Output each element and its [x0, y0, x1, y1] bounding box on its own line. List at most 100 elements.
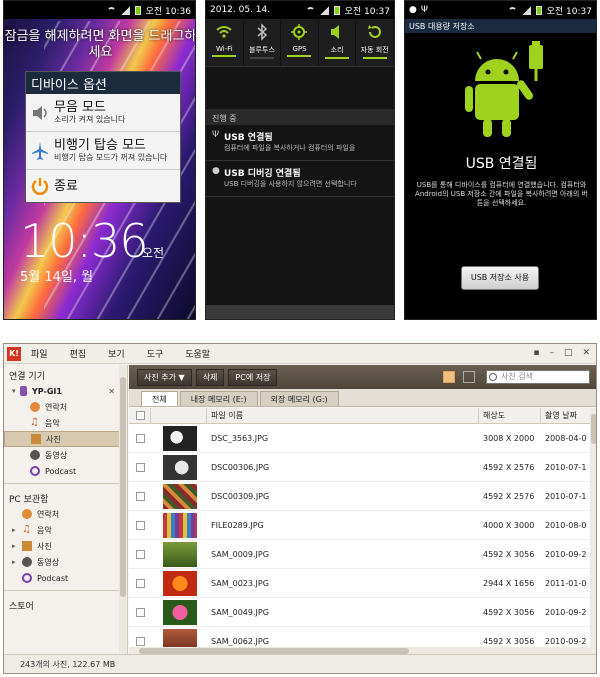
photo-thumbnail	[163, 454, 197, 480]
toggle-auto-rotate[interactable]: 자동 회전	[356, 19, 394, 66]
thumb-cell	[151, 454, 207, 480]
notif-title: USB 연결됨	[224, 133, 273, 143]
resolution-cell: 4592 X 3056	[483, 636, 535, 646]
sidebar-item-podcast[interactable]: Podcast	[4, 463, 127, 479]
table-row[interactable]: DSC00309.JPG 4592 X 2576 2010-07-1	[129, 482, 590, 511]
save-to-pc-button[interactable]: PC에 저장	[228, 368, 278, 386]
col-filename[interactable]: 파일 이름	[207, 408, 479, 424]
table-row[interactable]: SAM_0009.JPG 4592 X 3056 2010-09-2	[129, 540, 590, 569]
row-checkbox[interactable]	[136, 462, 145, 472]
toggle-bluetooth[interactable]: 블루투스	[244, 19, 282, 66]
store-header[interactable]: 스토어	[4, 595, 127, 613]
minimize-icon[interactable]: –	[549, 348, 554, 358]
date-cell: 2011-01-0	[545, 578, 587, 588]
collapse-arrow-icon[interactable]: ▾	[12, 387, 16, 395]
toggle-gps[interactable]: GPS	[281, 19, 319, 66]
use-usb-storage-button[interactable]: USB 저장소 사용	[461, 266, 539, 290]
add-photo-button[interactable]: 사진 추가 ▼	[137, 368, 192, 386]
row-checkbox[interactable]	[136, 549, 145, 559]
col-resolution[interactable]: 해상도	[479, 408, 541, 424]
search-icon	[489, 373, 497, 381]
usb-icon: Ψ	[212, 130, 220, 140]
select-all-checkbox[interactable]	[136, 410, 145, 420]
photo-search-input[interactable]: 사진 검색	[486, 370, 590, 384]
menu-edit[interactable]: 편집	[70, 347, 87, 360]
close-icon[interactable]: ✕	[582, 348, 590, 358]
podcast-icon	[30, 466, 40, 476]
wifi-icon	[216, 26, 232, 38]
expand-arrow-icon[interactable]: ▸	[12, 542, 16, 550]
row-check-cell	[129, 433, 151, 443]
toggle-label: 자동 회전	[360, 46, 389, 54]
grid-view-icon[interactable]	[463, 371, 475, 383]
option-sub: 비행기 탑승 모드가 꺼져 있습니다	[54, 153, 168, 162]
tab-external-memory[interactable]: 외장 메모리 (G:)	[259, 391, 339, 406]
pc-item-photos[interactable]: ▸ 사진	[4, 538, 127, 554]
delete-button[interactable]: 삭제	[195, 368, 225, 386]
sidebar-item-music[interactable]: ♫ 음악	[4, 415, 127, 431]
pc-item-podcast[interactable]: Podcast	[4, 570, 127, 586]
expand-arrow-icon[interactable]: ▸	[12, 558, 16, 566]
toggle-label: 블루투스	[249, 46, 275, 54]
menu-file[interactable]: 파일	[31, 347, 48, 360]
table-row[interactable]: SAM_0023.JPG 2944 X 1656 2011-01-0	[129, 569, 590, 598]
sidebar-item-label: 음악	[37, 525, 52, 535]
rotate-icon	[367, 25, 381, 38]
resolution-cell: 4592 X 2576	[483, 491, 535, 501]
date-cell: 2010-09-2	[545, 636, 587, 646]
expand-arrow-icon[interactable]: ▸	[12, 526, 16, 534]
lock-date: 5월 14일, 월	[20, 270, 94, 285]
date-cell: 2008-04-0	[545, 433, 587, 443]
tab-all[interactable]: 전체	[141, 391, 178, 406]
menu-tools[interactable]: 도구	[147, 347, 164, 360]
notif-sub: 컴퓨터에 파일을 복사하거나 컴퓨터의 파일을	[224, 144, 356, 152]
table-row[interactable]: SAM_0049.JPG 4592 X 3056 2010-09-2	[129, 598, 590, 627]
option-sub: 소리가 켜져 있습니다	[54, 115, 126, 124]
table-row[interactable]: DSC00306.JPG 4592 X 2576 2010-07-1	[129, 453, 590, 482]
panel-drag-handle[interactable]	[206, 305, 394, 319]
power-off-option[interactable]: 종료	[26, 170, 180, 202]
sidebar-item-photos[interactable]: 사진	[4, 431, 127, 447]
toggle-sound[interactable]: 소리	[319, 19, 357, 66]
silent-mode-option[interactable]: 무음 모드 소리가 켜져 있습니다	[26, 94, 180, 132]
pc-library-header: PC 보관함	[9, 495, 49, 505]
row-checkbox[interactable]	[136, 578, 145, 588]
podcast-icon	[22, 573, 32, 583]
toggle-label: 소리	[330, 46, 344, 54]
date-cell: 2010-08-0	[545, 520, 587, 530]
airplane-mode-option[interactable]: 비행기 탑승 모드 비행기 탑승 모드가 꺼져 있습니다	[26, 132, 180, 170]
menu-view[interactable]: 보기	[108, 347, 125, 360]
row-checkbox[interactable]	[136, 520, 145, 530]
row-checkbox[interactable]	[136, 636, 145, 646]
sidebar-item-contacts[interactable]: 연락처	[4, 399, 127, 415]
usb-connected-notification[interactable]: Ψ USB 연결됨 컴퓨터에 파일을 복사하거나 컴퓨터의 파일을	[206, 125, 394, 161]
sidebar-item-videos[interactable]: 동영상	[4, 447, 127, 463]
scroll-thumb[interactable]	[591, 414, 596, 444]
menu-help[interactable]: 도움말	[185, 347, 210, 360]
row-checkbox[interactable]	[136, 607, 145, 617]
row-check-cell	[129, 549, 151, 559]
menu-icon[interactable]: ▪	[533, 348, 539, 358]
list-view-icon[interactable]	[443, 371, 455, 383]
scroll-thumb[interactable]	[120, 377, 126, 597]
toggle-wifi[interactable]: Wi-Fi	[206, 19, 244, 66]
table-row[interactable]: FILE0289.JPG 4000 X 3000 2010-08-0	[129, 511, 590, 540]
disconnect-icon[interactable]: ✕	[108, 387, 115, 396]
contacts-icon	[30, 402, 40, 412]
device-yp-gi1[interactable]: ▾ YP-GI1 ✕	[4, 383, 127, 399]
col-date[interactable]: 촬영 날짜	[541, 408, 590, 424]
table-row[interactable]: DSC_3563.JPG 3008 X 2000 2008-04-0	[129, 424, 590, 453]
row-checkbox[interactable]	[136, 433, 145, 443]
pc-item-videos[interactable]: ▸ 동영상	[4, 554, 127, 570]
toggle-label: Wi-Fi	[215, 45, 233, 53]
row-checkbox[interactable]	[136, 491, 145, 501]
pc-item-contacts[interactable]: 연락처	[4, 506, 127, 522]
pc-item-music[interactable]: ▸ ♫ 음악	[4, 522, 127, 538]
usb-debug-notification[interactable]: ● USB 디버깅 연결됨 USB 디버깅을 사용하지 않으려면 선택합니다	[206, 161, 394, 197]
ongoing-section-header: 진행 중	[206, 109, 394, 125]
sidebar-scrollbar[interactable]	[119, 365, 127, 655]
table-vertical-scrollbar[interactable]	[590, 408, 596, 655]
maximize-icon[interactable]: □	[564, 348, 573, 358]
toggle-indicator	[362, 57, 387, 59]
tab-internal-memory[interactable]: 내장 메모리 (E:)	[179, 391, 258, 406]
